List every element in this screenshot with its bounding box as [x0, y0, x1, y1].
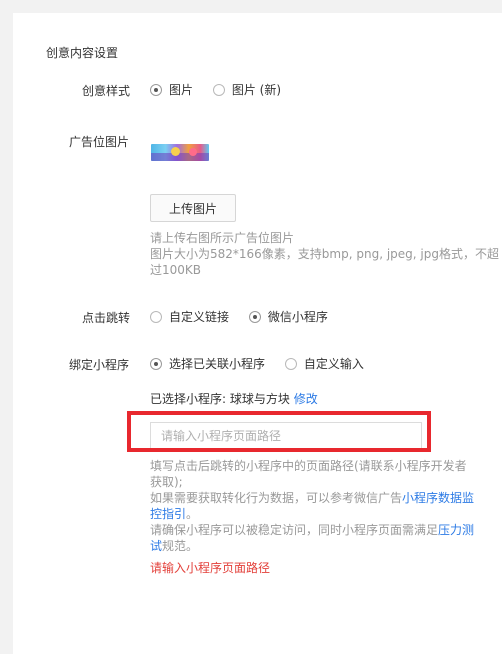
- bind-mini-program-label: 绑定小程序: [69, 358, 130, 372]
- selected-mini-program: 已选择小程序: 球球与方块 修改: [150, 390, 318, 407]
- path-help-line: 控指引。: [150, 506, 500, 522]
- radio-checked-icon: [248, 310, 261, 323]
- style-option-image[interactable]: 图片: [150, 81, 193, 98]
- ad-image-preview: [151, 144, 209, 161]
- help-text: 。: [186, 507, 199, 521]
- bind-option-custom-label: 自定义输入: [303, 357, 364, 371]
- selected-mini-program-text: 已选择小程序: 球球与方块: [150, 392, 290, 406]
- stress-test-link-cont[interactable]: 试: [150, 539, 162, 553]
- mini-program-data-guide-link-cont[interactable]: 控指引: [150, 507, 186, 521]
- ad-image-label: 广告位图片: [69, 135, 130, 149]
- page-path-input[interactable]: [150, 422, 422, 450]
- help-text: 如果需要获取转化行为数据，可以参考微信广告: [150, 491, 403, 505]
- upload-help-line: 请上传右图所示广告位图片: [150, 231, 295, 245]
- upload-help-line: 过100KB: [150, 263, 202, 277]
- section-title: 创意内容设置: [46, 46, 119, 60]
- style-option-image-new-label: 图片 (新): [231, 83, 282, 97]
- path-error-message: 请输入小程序页面路径: [150, 561, 271, 575]
- jump-option-mini-program-label: 微信小程序: [267, 310, 328, 324]
- upload-help-line: 图片大小为582*166像素，支持bmp, png, jpeg, jpg格式，不…: [150, 247, 499, 261]
- radio-checked-icon: [150, 83, 162, 96]
- path-help-line: 填写点击后跳转的小程序中的页面路径(请联系小程序开发者: [150, 459, 467, 473]
- bind-radio-group: 选择已关联小程序 自定义输入: [150, 355, 364, 373]
- help-text: 请确保小程序可以被稳定访问，同时小程序页面需满足: [150, 523, 439, 537]
- path-help-line: 请确保小程序可以被稳定访问，同时小程序页面需满足压力测: [150, 522, 500, 538]
- path-help-line: 试规范。: [150, 538, 500, 554]
- help-text: 规范。: [162, 539, 199, 553]
- jump-option-custom-link-label: 自定义链接: [169, 310, 230, 324]
- path-help-line: 获取);: [150, 475, 183, 489]
- bind-option-linked-label: 选择已关联小程序: [169, 357, 266, 371]
- radio-unchecked-icon: [284, 357, 297, 370]
- stress-test-link[interactable]: 压力测: [438, 523, 474, 537]
- creative-settings-panel: 创意内容设置 创意样式 图片 图片 (新) 广告位图片 上传图片 请上传右图所示…: [13, 13, 502, 654]
- bind-option-custom[interactable]: 自定义输入: [284, 355, 364, 372]
- style-option-image-new[interactable]: 图片 (新): [212, 81, 282, 98]
- style-label: 创意样式: [82, 84, 131, 98]
- mini-program-data-guide-link[interactable]: 小程序数据监: [402, 491, 474, 505]
- upload-help-text: 请上传右图所示广告位图片 图片大小为582*166像素，支持bmp, png, …: [150, 230, 499, 278]
- style-option-image-label: 图片: [169, 83, 194, 97]
- radio-unchecked-icon: [212, 83, 225, 96]
- jump-option-mini-program[interactable]: 微信小程序: [248, 308, 328, 325]
- click-jump-label: 点击跳转: [82, 311, 131, 325]
- jump-option-custom-link[interactable]: 自定义链接: [150, 308, 229, 325]
- upload-image-button[interactable]: 上传图片: [150, 194, 236, 222]
- path-help-line: 如果需要获取转化行为数据，可以参考微信广告小程序数据监: [150, 490, 500, 506]
- modify-link[interactable]: 修改: [294, 392, 318, 406]
- jump-radio-group: 自定义链接 微信小程序: [150, 308, 328, 326]
- bind-option-linked[interactable]: 选择已关联小程序: [150, 355, 265, 372]
- radio-checked-icon: [150, 357, 162, 370]
- path-help-text: 填写点击后跳转的小程序中的页面路径(请联系小程序开发者 获取); 如果需要获取转…: [150, 458, 500, 554]
- style-radio-group: 图片 图片 (新): [150, 81, 281, 99]
- radio-unchecked-icon: [150, 310, 162, 323]
